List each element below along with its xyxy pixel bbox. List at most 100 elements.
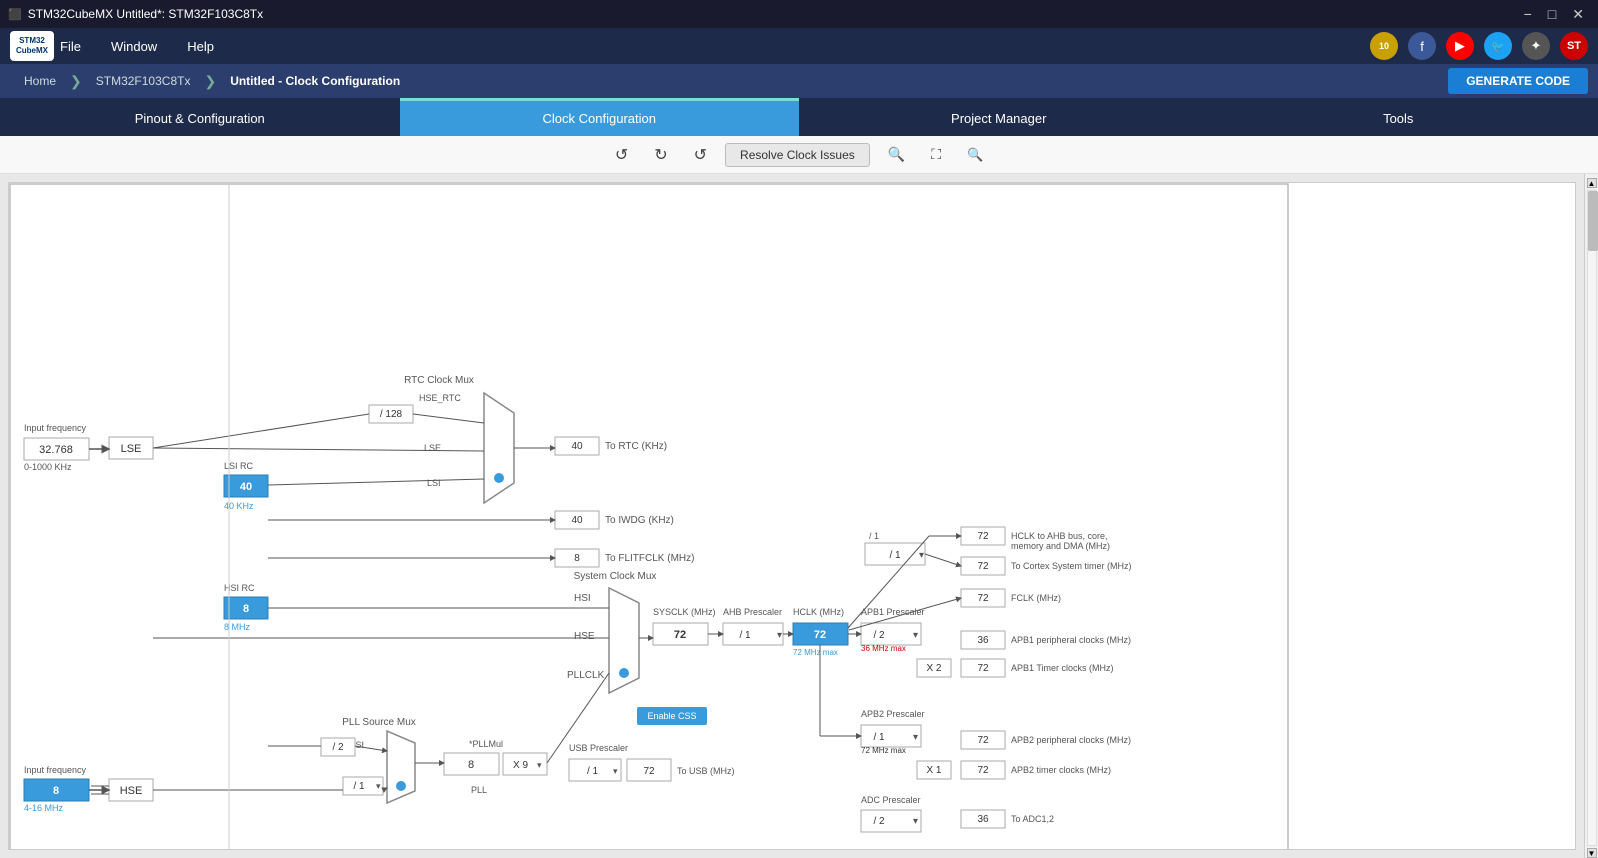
menu-file[interactable]: File — [60, 39, 81, 54]
to-adc-label: To ADC1,2 — [1011, 814, 1054, 824]
cortex-prescaler-value: / 1 — [889, 550, 901, 561]
hclk-ahb-label: HCLK to AHB bus, core, — [1011, 531, 1108, 541]
apb1-periph-label: APB1 peripheral clocks (MHz) — [1011, 635, 1131, 645]
adc-prescaler-value: / 2 — [873, 816, 885, 827]
zoom-in-button[interactable]: 🔍 — [880, 142, 913, 167]
hsi-rc-freq-label: 8 MHz — [224, 622, 251, 632]
scroll-up-button[interactable]: ▲ — [1587, 178, 1597, 188]
usb-prescaler-value: / 1 — [587, 766, 599, 777]
st-logo-icon[interactable]: ST — [1560, 32, 1588, 60]
apb1-prescaler-box[interactable] — [861, 623, 921, 645]
title-bar-controls[interactable]: − □ ✕ — [1518, 6, 1590, 23]
menu-bar-left: STM32CubeMX File Window Help — [10, 31, 214, 61]
pclk1-max-label: 36 MHz max — [861, 644, 906, 653]
apb2-prescaler-box[interactable] — [861, 725, 921, 747]
rtc-mux-selector[interactable] — [494, 473, 504, 483]
input-freq2-label: Input frequency — [24, 765, 87, 775]
network-icon[interactable]: ✦ — [1522, 32, 1550, 60]
twitter-icon[interactable]: 🐦 — [1484, 32, 1512, 60]
main-content: Input frequency 32.768 0-1000 KHz LSE LS… — [0, 174, 1598, 858]
hclk-label: HCLK (MHz) — [793, 607, 844, 617]
diagram-area[interactable]: Input frequency 32.768 0-1000 KHz LSE LS… — [8, 182, 1576, 850]
cortex-prescaler-dropdown: ▾ — [919, 550, 924, 561]
pll-src-mux-shape[interactable] — [387, 731, 415, 803]
div128-to-mux — [413, 414, 484, 423]
right-scrollbar[interactable]: ▲ ▼ — [1584, 174, 1598, 858]
apb2-prescaler-title: APB2 Prescaler — [861, 709, 925, 719]
menu-items: File Window Help — [60, 39, 214, 54]
breadcrumb-chip[interactable]: STM32F103C8Tx — [82, 68, 205, 94]
fclk-label: FCLK (MHz) — [1011, 593, 1061, 603]
maximize-button[interactable]: □ — [1542, 6, 1562, 23]
breadcrumb-config[interactable]: Untitled - Clock Configuration — [216, 68, 414, 94]
title-bar: ⬛ STM32CubeMX Untitled*: STM32F103C8Tx −… — [0, 0, 1598, 28]
youtube-icon[interactable]: ▶ — [1446, 32, 1474, 60]
close-button[interactable]: ✕ — [1566, 6, 1590, 23]
hclk-max-label: 72 MHz max — [793, 648, 838, 657]
apb1-timer-x2-value: X 2 — [926, 663, 941, 674]
undo-button[interactable]: ↺ — [607, 141, 636, 169]
generate-code-button[interactable]: GENERATE CODE — [1448, 68, 1588, 94]
pll-src-mux-label: PLL Source Mux — [342, 717, 416, 728]
pll-src-mux-selector[interactable] — [396, 781, 406, 791]
cortex-prescaler-label: / 1 — [869, 531, 879, 541]
refresh-button[interactable]: ↺ — [686, 141, 715, 169]
apb2-timer-label: APB2 timer clocks (MHz) — [1011, 765, 1111, 775]
tab-bar: Pinout & Configuration Clock Configurati… — [0, 98, 1598, 136]
sysclk-label: SYSCLK (MHz) — [653, 607, 716, 617]
window-title: STM32CubeMX Untitled*: STM32F103C8Tx — [28, 7, 263, 21]
adc-prescaler-label: ADC Prescaler — [861, 795, 921, 805]
lse-label: LSE — [121, 443, 142, 455]
input-freq1-range: 0-1000 KHz — [24, 462, 72, 472]
badge-10: 10 — [1370, 32, 1398, 60]
tab-tools[interactable]: Tools — [1199, 98, 1598, 136]
tab-project[interactable]: Project Manager — [799, 98, 1199, 136]
to-cortex-label: To Cortex System timer (MHz) — [1011, 561, 1132, 571]
scroll-down-button[interactable]: ▼ — [1587, 848, 1597, 858]
scroll-thumb[interactable] — [1588, 191, 1598, 251]
breadcrumb: Home ❯ STM32F103C8Tx ❯ Untitled - Clock … — [0, 64, 1598, 98]
lsi-to-mux — [268, 479, 484, 485]
ahb-prescaler-value: / 1 — [739, 630, 751, 641]
div2-pll-value: / 2 — [332, 742, 344, 753]
scroll-track — [1587, 190, 1597, 846]
input-freq2-range: 4-16 MHz — [24, 803, 64, 813]
breadcrumb-home[interactable]: Home — [10, 68, 70, 94]
div1-hse-value: / 1 — [353, 781, 365, 792]
resolve-clock-issues-button[interactable]: Resolve Clock Issues — [725, 143, 870, 167]
redo-button[interactable]: ↻ — [646, 141, 675, 169]
to-rtc-label: To RTC (KHz) — [605, 441, 667, 452]
sys-mux-selector[interactable] — [619, 668, 629, 678]
expand-button[interactable]: ⛶ — [923, 142, 949, 167]
apb1-timer-label: APB1 Timer clocks (MHz) — [1011, 663, 1114, 673]
to-iwdg-value: 40 — [571, 515, 583, 526]
menu-help[interactable]: Help — [187, 39, 214, 54]
minimize-button[interactable]: − — [1518, 6, 1538, 23]
apb2-prescaler-value: / 1 — [873, 732, 885, 743]
tab-pinout[interactable]: Pinout & Configuration — [0, 98, 400, 136]
hclk-value: 72 — [814, 629, 826, 641]
pll-label: PLL — [471, 785, 487, 795]
lsi-rc-value: 40 — [240, 481, 252, 493]
pclk2-max-label: 72 MHz max — [861, 746, 906, 755]
adc-prescaler-box[interactable] — [861, 810, 921, 832]
lse-to-div128 — [153, 414, 369, 448]
input-freq1-label: Input frequency — [24, 423, 87, 433]
zoom-out-button[interactable]: 🔍 — [959, 143, 991, 167]
ahb-prescaler-box[interactable] — [723, 623, 783, 645]
facebook-icon[interactable]: f — [1408, 32, 1436, 60]
hse-rtc-label: HSE_RTC — [419, 393, 461, 403]
lsi-rc-label: LSI RC — [224, 461, 254, 471]
apb2-periph-value: 72 — [977, 735, 989, 746]
sysclk-value: 72 — [674, 629, 686, 641]
pll-input-value: 8 — [468, 759, 474, 771]
rtc-mux-shape[interactable] — [484, 393, 514, 503]
to-flitfclk-label: To FLITFCLK (MHz) — [605, 553, 694, 564]
apb1-prescaler-value: / 2 — [873, 630, 885, 641]
lse-mux-label: LSE — [424, 443, 441, 453]
tab-clock[interactable]: Clock Configuration — [400, 98, 800, 136]
apb1-periph-value: 36 — [977, 635, 989, 646]
input-freq2-value: 8 — [53, 785, 59, 797]
app-logo-small: ⬛ — [8, 8, 22, 21]
menu-window[interactable]: Window — [111, 39, 157, 54]
